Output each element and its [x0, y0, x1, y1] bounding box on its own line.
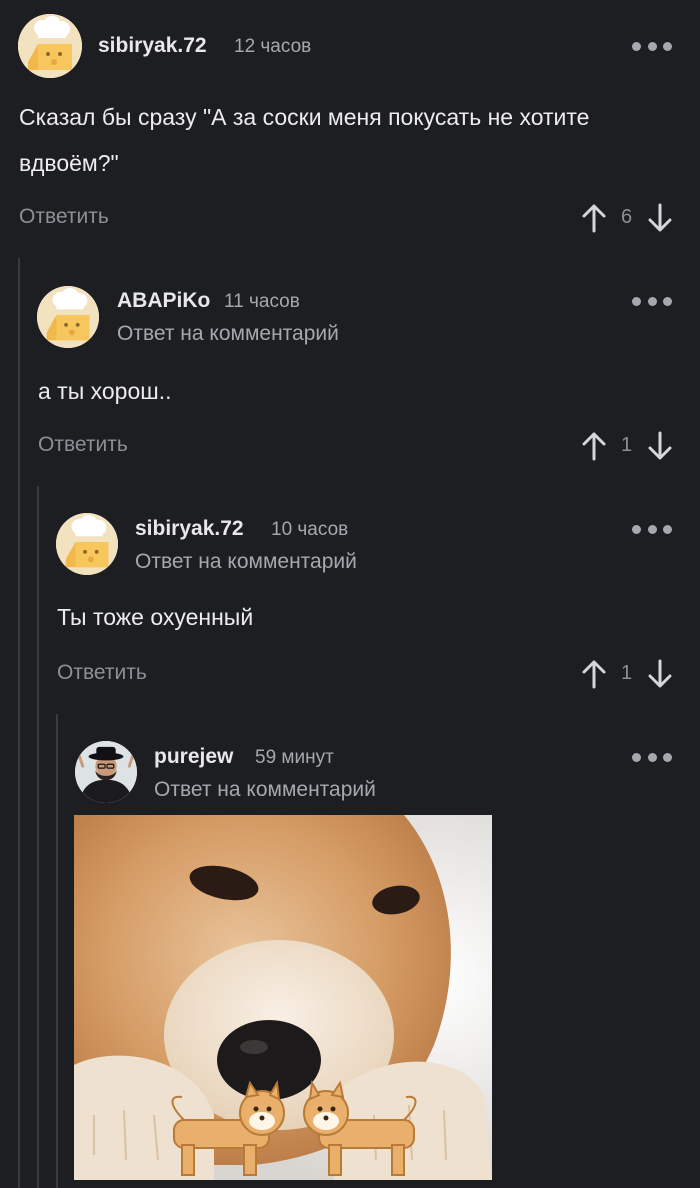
chef-hat-avatar-icon: [56, 513, 118, 575]
username[interactable]: sibiryak.72: [135, 517, 244, 541]
attached-dog-photo[interactable]: [74, 815, 492, 1180]
timestamp: 11 часов: [224, 291, 300, 312]
vote-count: 1: [621, 662, 633, 684]
username[interactable]: purejew: [154, 745, 233, 769]
reply-to-label[interactable]: Ответ на комментарий: [154, 778, 376, 802]
username[interactable]: ABAPiKo: [117, 289, 210, 313]
more-dots-icon[interactable]: [632, 523, 672, 535]
arrow-down-icon[interactable]: [647, 431, 673, 461]
comment-text: Сказал бы сразу "А за соски меня покусат…: [19, 104, 590, 176]
timestamp: 59 минут: [255, 747, 334, 768]
arrow-down-icon[interactable]: [647, 659, 673, 689]
arrow-up-icon[interactable]: [581, 203, 607, 233]
timestamp: 12 часов: [234, 36, 312, 57]
avatar[interactable]: [37, 286, 99, 348]
thread-line-level-3: [56, 714, 58, 1188]
vote-count: 1: [621, 434, 633, 456]
vote-count: 6: [621, 206, 633, 228]
username[interactable]: sibiryak.72: [98, 34, 207, 58]
timestamp: 10 часов: [271, 519, 349, 540]
more-dots-icon[interactable]: [632, 40, 672, 52]
more-dots-icon[interactable]: [632, 295, 672, 307]
avatar[interactable]: [18, 14, 82, 78]
reply-to-label[interactable]: Ответ на комментарий: [117, 322, 339, 346]
reply-button[interactable]: Ответить: [38, 433, 128, 457]
reply-to-label[interactable]: Ответ на комментарий: [135, 550, 357, 574]
arrow-up-icon[interactable]: [581, 659, 607, 689]
avatar[interactable]: [75, 741, 137, 803]
comment-text: а ты хорош..: [38, 378, 172, 404]
reply-button[interactable]: Ответить: [57, 661, 147, 685]
chef-hat-avatar-icon: [18, 14, 82, 78]
user-photo-avatar-icon: [75, 741, 137, 803]
chef-hat-avatar-icon: [37, 286, 99, 348]
reply-button[interactable]: Ответить: [19, 205, 109, 229]
thread-line-level-1: [18, 258, 20, 1188]
avatar[interactable]: [56, 513, 118, 575]
thread-line-level-2: [37, 486, 39, 1188]
more-dots-icon[interactable]: [632, 751, 672, 763]
arrow-up-icon[interactable]: [581, 431, 607, 461]
shiba-dog-image: [74, 815, 492, 1180]
arrow-down-icon[interactable]: [647, 203, 673, 233]
comment-text: Ты тоже охуенный: [57, 604, 254, 630]
